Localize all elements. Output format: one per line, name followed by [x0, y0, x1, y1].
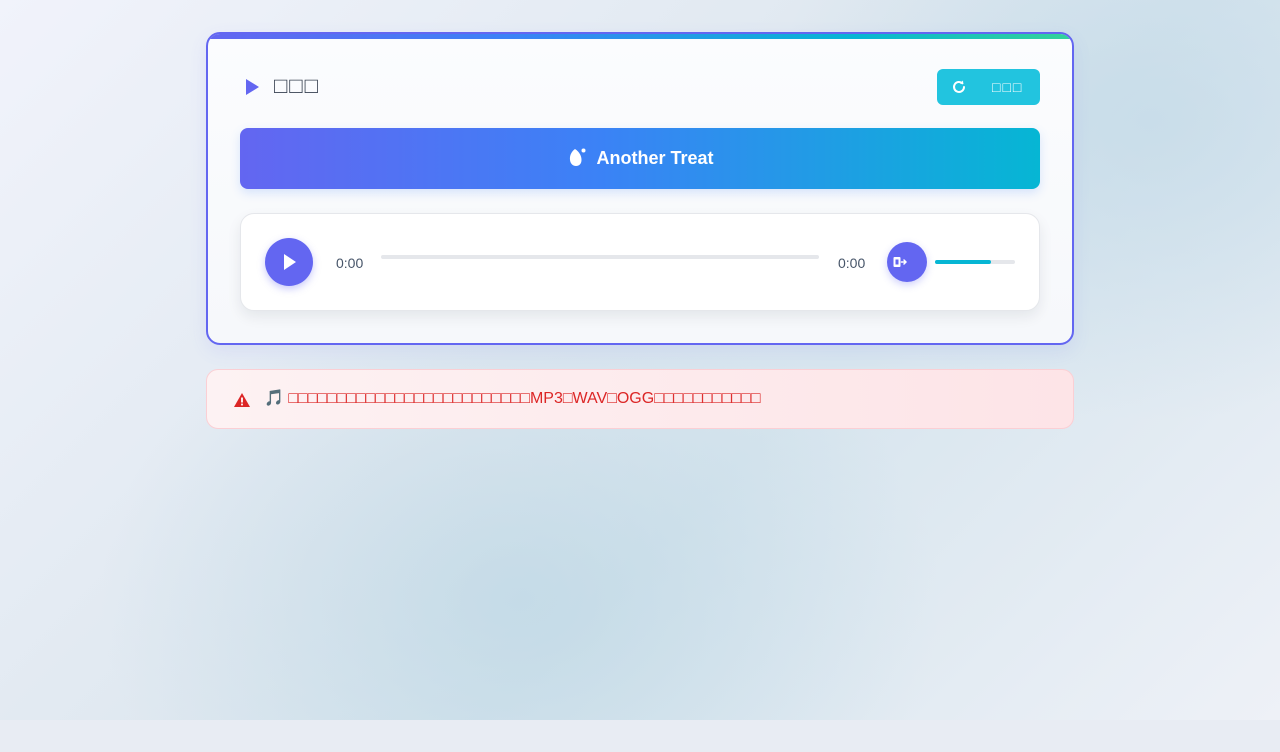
audio-player-card: □□□ □□□ Another Treat 0:00 0:00 [206, 32, 1074, 345]
treat-icon [570, 148, 586, 166]
refresh-button[interactable]: □□□ [937, 69, 1040, 105]
error-banner: 🎵 □□□□□□□□□□□□□□□□□□□□□□□□□MP3□WAV□OGG□□… [206, 369, 1074, 429]
play-button[interactable] [265, 238, 313, 286]
player-header: □□□ □□□ [240, 69, 1040, 105]
play-triangle-icon [246, 79, 259, 95]
volume-slider[interactable] [935, 260, 1015, 264]
volume-icon [893, 257, 907, 267]
another-treat-label: Another Treat [596, 148, 714, 168]
audio-controls: 0:00 0:00 [240, 213, 1040, 311]
player-title: □□□ [274, 73, 320, 98]
current-time: 0:00 [336, 255, 364, 271]
play-icon [284, 254, 296, 270]
duration-time: 0:00 [838, 255, 866, 271]
warning-icon [234, 393, 250, 407]
error-message: 🎵 □□□□□□□□□□□□□□□□□□□□□□□□□MP3□WAV□OGG□□… [264, 390, 761, 407]
volume-fill [935, 260, 991, 264]
another-treat-button[interactable]: Another Treat [240, 128, 1040, 189]
refresh-label: □□□ [992, 79, 1024, 95]
progress-slider[interactable] [381, 255, 819, 259]
accent-strip [208, 34, 1072, 39]
volume-button[interactable] [887, 242, 927, 282]
refresh-icon [953, 80, 965, 93]
